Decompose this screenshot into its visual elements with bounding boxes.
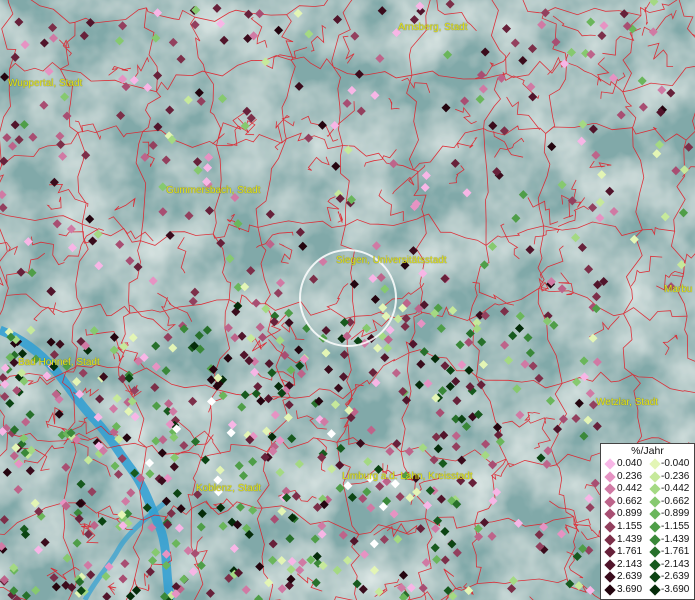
legend-row: 1.439 -1.439 — [601, 534, 694, 546]
legend-row: 1.761 -1.761 — [601, 546, 694, 558]
legend-row: 0.899 -0.899 — [601, 508, 694, 521]
legend-value-negative: -2.639 — [661, 571, 690, 583]
legend-row: 0.236 -0.236 — [601, 471, 694, 483]
legend-swatch-negative — [649, 521, 661, 533]
color-legend: %/Jahr 0.040 -0.040 0.236 -0.236 0.442 -0.442… — [600, 443, 695, 600]
legend-swatch-positive — [604, 546, 616, 558]
legend-value-negative: -3.690 — [661, 584, 690, 595]
legend-swatch-negative — [649, 546, 661, 558]
city-label-wuppertal: Wuppertal, Stadt — [8, 78, 83, 89]
legend-swatch-positive — [604, 533, 616, 546]
legend-swatch-positive — [604, 559, 616, 571]
legend-value-positive: 1.439 — [617, 533, 643, 545]
legend-value-negative: -0.899 — [661, 508, 690, 520]
city-label-wetzlar: Wetzlar, Stadt — [596, 397, 659, 408]
city-label-siegen: Siegen, Universitätsstadt — [336, 255, 447, 266]
legend-title: %/Jahr — [631, 445, 664, 457]
legend-swatch-positive — [604, 458, 616, 470]
legend-value-negative: -0.662 — [661, 495, 690, 507]
legend-value-positive: 3.690 — [617, 584, 643, 595]
legend-swatch-negative — [649, 559, 661, 571]
legend-swatch-negative — [649, 571, 661, 584]
legend-value-positive: 0.040 — [617, 458, 643, 469]
legend-value-negative: -2.143 — [661, 558, 690, 570]
legend-row: 1.155 -1.155 — [601, 521, 694, 533]
legend-value-positive: 1.155 — [617, 521, 643, 532]
legend-value-negative: -1.761 — [661, 546, 690, 558]
legend-row: 0.662 -0.662 — [601, 496, 694, 508]
city-label-arnsberg: Arnsberg, Stadt — [398, 22, 468, 33]
legend-swatch-negative — [649, 483, 661, 495]
legend-swatch-positive — [604, 571, 616, 584]
legend-swatch-positive — [604, 496, 616, 508]
legend-swatch-negative — [649, 458, 661, 470]
legend-value-negative: -0.040 — [661, 458, 690, 469]
legend-row: 2.639 -2.639 — [601, 571, 694, 584]
city-label-koblenz: Koblenz, Stadt — [196, 483, 262, 494]
legend-value-positive: 0.899 — [617, 508, 643, 520]
legend-swatch-negative — [649, 508, 661, 521]
legend-row: 3.690 -3.690 — [601, 584, 694, 596]
legend-value-negative: -1.155 — [661, 521, 690, 532]
legend-row: 0.040 -0.040 — [601, 458, 694, 470]
city-label-marburg: Marbu — [664, 284, 693, 295]
legend-value-negative: -0.442 — [661, 483, 690, 495]
legend-swatch-positive — [604, 521, 616, 533]
city-label-limburg: Limburg a.d. Lahn, Kreisstadt — [342, 471, 473, 482]
legend-swatch-positive — [604, 483, 616, 495]
city-label-gummersbach: Gummersbach, Stadt — [166, 185, 261, 196]
legend-value-positive: 0.442 — [617, 483, 643, 495]
legend-swatch-negative — [649, 470, 661, 483]
legend-swatch-positive — [604, 508, 616, 521]
legend-swatch-negative — [649, 533, 661, 546]
legend-value-negative: -1.439 — [661, 533, 690, 545]
legend-value-negative: -0.236 — [661, 470, 690, 482]
legend-row: 2.143 -2.143 — [601, 559, 694, 571]
legend-value-positive: 1.761 — [617, 546, 643, 558]
legend-swatch-negative — [649, 584, 661, 596]
city-label-bad-honnef: Bad Honnef, Stadt — [18, 357, 100, 368]
legend-value-positive: 2.639 — [617, 571, 643, 583]
legend-swatch-positive — [604, 470, 616, 483]
legend-swatch-negative — [649, 496, 661, 508]
legend-value-positive: 0.236 — [617, 470, 643, 482]
legend-value-positive: 0.662 — [617, 495, 643, 507]
map-canvas[interactable] — [0, 0, 695, 600]
legend-value-positive: 2.143 — [617, 558, 643, 570]
legend-row: 0.442 -0.442 — [601, 483, 694, 495]
legend-swatch-positive — [604, 584, 616, 596]
